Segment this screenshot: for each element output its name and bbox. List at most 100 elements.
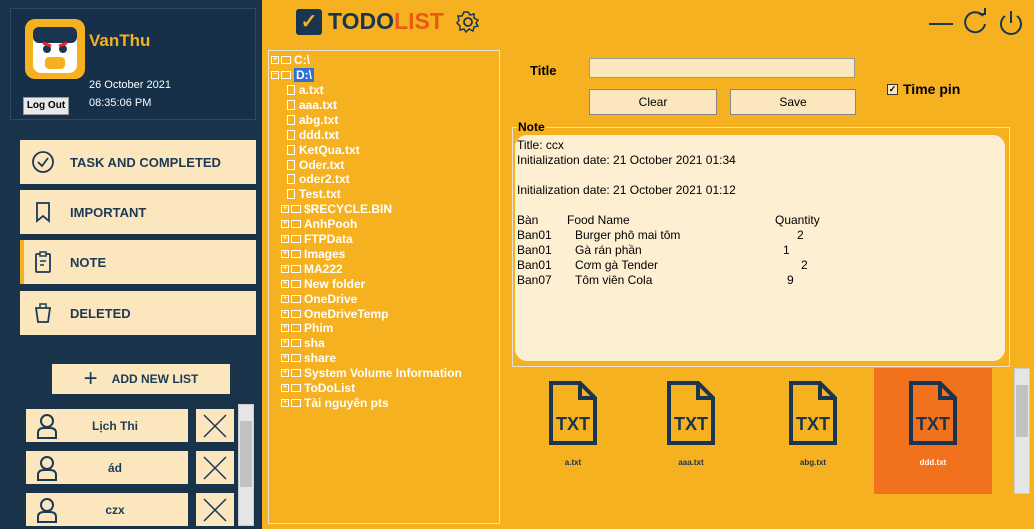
- note-textarea[interactable]: Title: ccx Initialization date: 21 Octob…: [515, 135, 1005, 361]
- tree-file-node[interactable]: aaa.txt: [287, 98, 337, 112]
- tree-node-label: ddd.txt: [299, 127, 339, 142]
- nav-important[interactable]: IMPORTANT: [20, 190, 256, 234]
- tree-node-c-drive[interactable]: + C:\: [271, 53, 310, 67]
- title-input[interactable]: [589, 58, 855, 78]
- note-init-date: Initialization date: 21 October 2021 01:…: [517, 153, 736, 167]
- file-name: a.txt: [564, 458, 582, 467]
- list-item[interactable]: Lịch Thi: [26, 409, 188, 442]
- tree-folder-node[interactable]: + OneDrive: [281, 292, 357, 306]
- note-title-line: Title: ccx: [517, 138, 564, 152]
- file-icon-item-selected[interactable]: TXT ddd.txt: [874, 368, 992, 494]
- tree-folder-node[interactable]: + AnhPooh: [281, 217, 357, 231]
- folder-icon: [291, 205, 301, 214]
- file-type-label: TXT: [916, 414, 950, 434]
- scrollbar-thumb[interactable]: [1016, 385, 1028, 437]
- folder-icon: [291, 398, 301, 407]
- tree-file-node[interactable]: a.txt: [287, 83, 324, 97]
- tree-file-node[interactable]: Test.txt: [287, 187, 341, 201]
- cell: Ban01: [517, 228, 552, 242]
- add-new-list-button[interactable]: + ADD NEW LIST: [52, 364, 230, 394]
- tree-node-d-drive[interactable]: − D:\: [271, 68, 314, 82]
- tree-file-node[interactable]: KetQua.txt: [287, 143, 360, 157]
- tree-file-node[interactable]: Oder.txt: [287, 158, 344, 172]
- expand-icon[interactable]: +: [281, 309, 289, 318]
- cell: Ban01: [517, 258, 552, 272]
- file-name: aaa.txt: [678, 458, 704, 467]
- collapse-icon[interactable]: −: [271, 71, 279, 79]
- sidebar: VanThu Log Out 26 October 2021 08:35:06 …: [0, 0, 262, 529]
- file-icon-item[interactable]: TXT aaa.txt: [632, 368, 750, 494]
- logout-button[interactable]: Log Out: [23, 97, 69, 115]
- expand-icon[interactable]: +: [281, 294, 289, 303]
- expand-icon[interactable]: +: [281, 354, 289, 363]
- tree-folder-node[interactable]: + share: [281, 351, 336, 365]
- refresh-icon[interactable]: [961, 8, 989, 38]
- tree-file-node[interactable]: ddd.txt: [287, 128, 339, 142]
- expand-icon[interactable]: +: [281, 264, 289, 273]
- gear-icon[interactable]: [456, 10, 480, 34]
- checkbox-check-icon[interactable]: ✓: [887, 83, 898, 95]
- file-type-label: TXT: [674, 414, 708, 434]
- tree-folder-node[interactable]: + ToDoList: [281, 381, 355, 395]
- tree-folder-node[interactable]: + sha: [281, 336, 325, 350]
- save-button[interactable]: Save: [730, 89, 856, 115]
- note-init-date: Initialization date: 21 October 2021 01:…: [517, 183, 736, 197]
- cell: 1: [783, 243, 790, 257]
- expand-icon[interactable]: +: [281, 220, 289, 229]
- list-item[interactable]: ád: [26, 451, 188, 484]
- file-tree[interactable]: + C:\ − D:\ a.txt aaa.txt abg.txt ddd.txt KetQ…: [268, 50, 500, 524]
- tree-node-label: FTPData: [304, 232, 353, 246]
- tree-node-label: oder2.txt: [299, 172, 350, 187]
- delete-list-button[interactable]: [196, 451, 234, 484]
- expand-icon[interactable]: +: [281, 235, 289, 243]
- tree-folder-node[interactable]: + New folder: [281, 277, 365, 291]
- close-icon: [203, 455, 227, 480]
- expand-icon[interactable]: +: [281, 324, 289, 333]
- folder-icon: [291, 369, 301, 378]
- time-pin-checkbox[interactable]: ✓ Time pin: [887, 81, 960, 97]
- expand-icon[interactable]: +: [281, 339, 289, 348]
- expand-icon[interactable]: +: [281, 398, 289, 407]
- expand-icon[interactable]: +: [281, 384, 289, 392]
- scrollbar-thumb[interactable]: [240, 421, 252, 487]
- tree-folder-node[interactable]: + System Volume Information: [281, 366, 462, 380]
- col-header: Bàn: [517, 213, 539, 227]
- list-name: ád: [107, 460, 122, 475]
- expand-icon[interactable]: +: [281, 249, 289, 258]
- nav-task-completed[interactable]: TASK AND COMPLETED: [20, 140, 256, 184]
- user-icon: [37, 455, 57, 481]
- tree-file-node[interactable]: oder2.txt: [287, 172, 350, 186]
- tree-file-node[interactable]: abg.txt: [287, 113, 338, 127]
- tree-node-label: Images: [304, 246, 346, 261]
- tree-node-label: System Volume Information: [304, 366, 462, 381]
- tree-folder-node[interactable]: + FTPData: [281, 232, 353, 246]
- tree-node-label: sha: [304, 336, 325, 351]
- file-icon-item[interactable]: TXT a.txt: [514, 368, 632, 494]
- expand-icon[interactable]: +: [281, 369, 289, 378]
- file-scrollbar[interactable]: [1014, 368, 1030, 494]
- tree-folder-node[interactable]: + Tài nguyên pts: [281, 396, 389, 410]
- clear-button[interactable]: Clear: [589, 89, 717, 115]
- list-scrollbar[interactable]: [238, 404, 254, 526]
- delete-list-button[interactable]: [196, 409, 234, 442]
- file-icon-item[interactable]: TXT abg.txt: [754, 368, 872, 494]
- list-item[interactable]: czx: [26, 493, 188, 526]
- tree-folder-node[interactable]: + Images: [281, 247, 345, 261]
- minimize-icon[interactable]: [927, 8, 955, 38]
- tree-folder-node[interactable]: + OneDriveTemp: [281, 307, 388, 321]
- tree-folder-node[interactable]: + MA222: [281, 262, 343, 276]
- expand-icon[interactable]: +: [281, 205, 289, 214]
- tree-folder-node[interactable]: + Phim: [281, 321, 333, 335]
- nav-note[interactable]: NOTE: [20, 240, 256, 284]
- nav-deleted[interactable]: DELETED: [20, 291, 256, 335]
- expand-icon[interactable]: +: [271, 56, 279, 64]
- nav-label: TASK AND COMPLETED: [70, 154, 221, 170]
- delete-list-button[interactable]: [196, 493, 234, 526]
- check-logo-icon: ✓: [296, 8, 322, 35]
- tree-folder-node[interactable]: + $RECYCLE.BIN: [281, 202, 392, 216]
- app-logo: ✓ TODO LIST: [296, 8, 444, 35]
- tree-node-label: D:\: [294, 68, 314, 82]
- expand-icon[interactable]: +: [281, 279, 289, 288]
- cell: Ban01: [517, 243, 552, 257]
- power-icon[interactable]: [997, 8, 1025, 38]
